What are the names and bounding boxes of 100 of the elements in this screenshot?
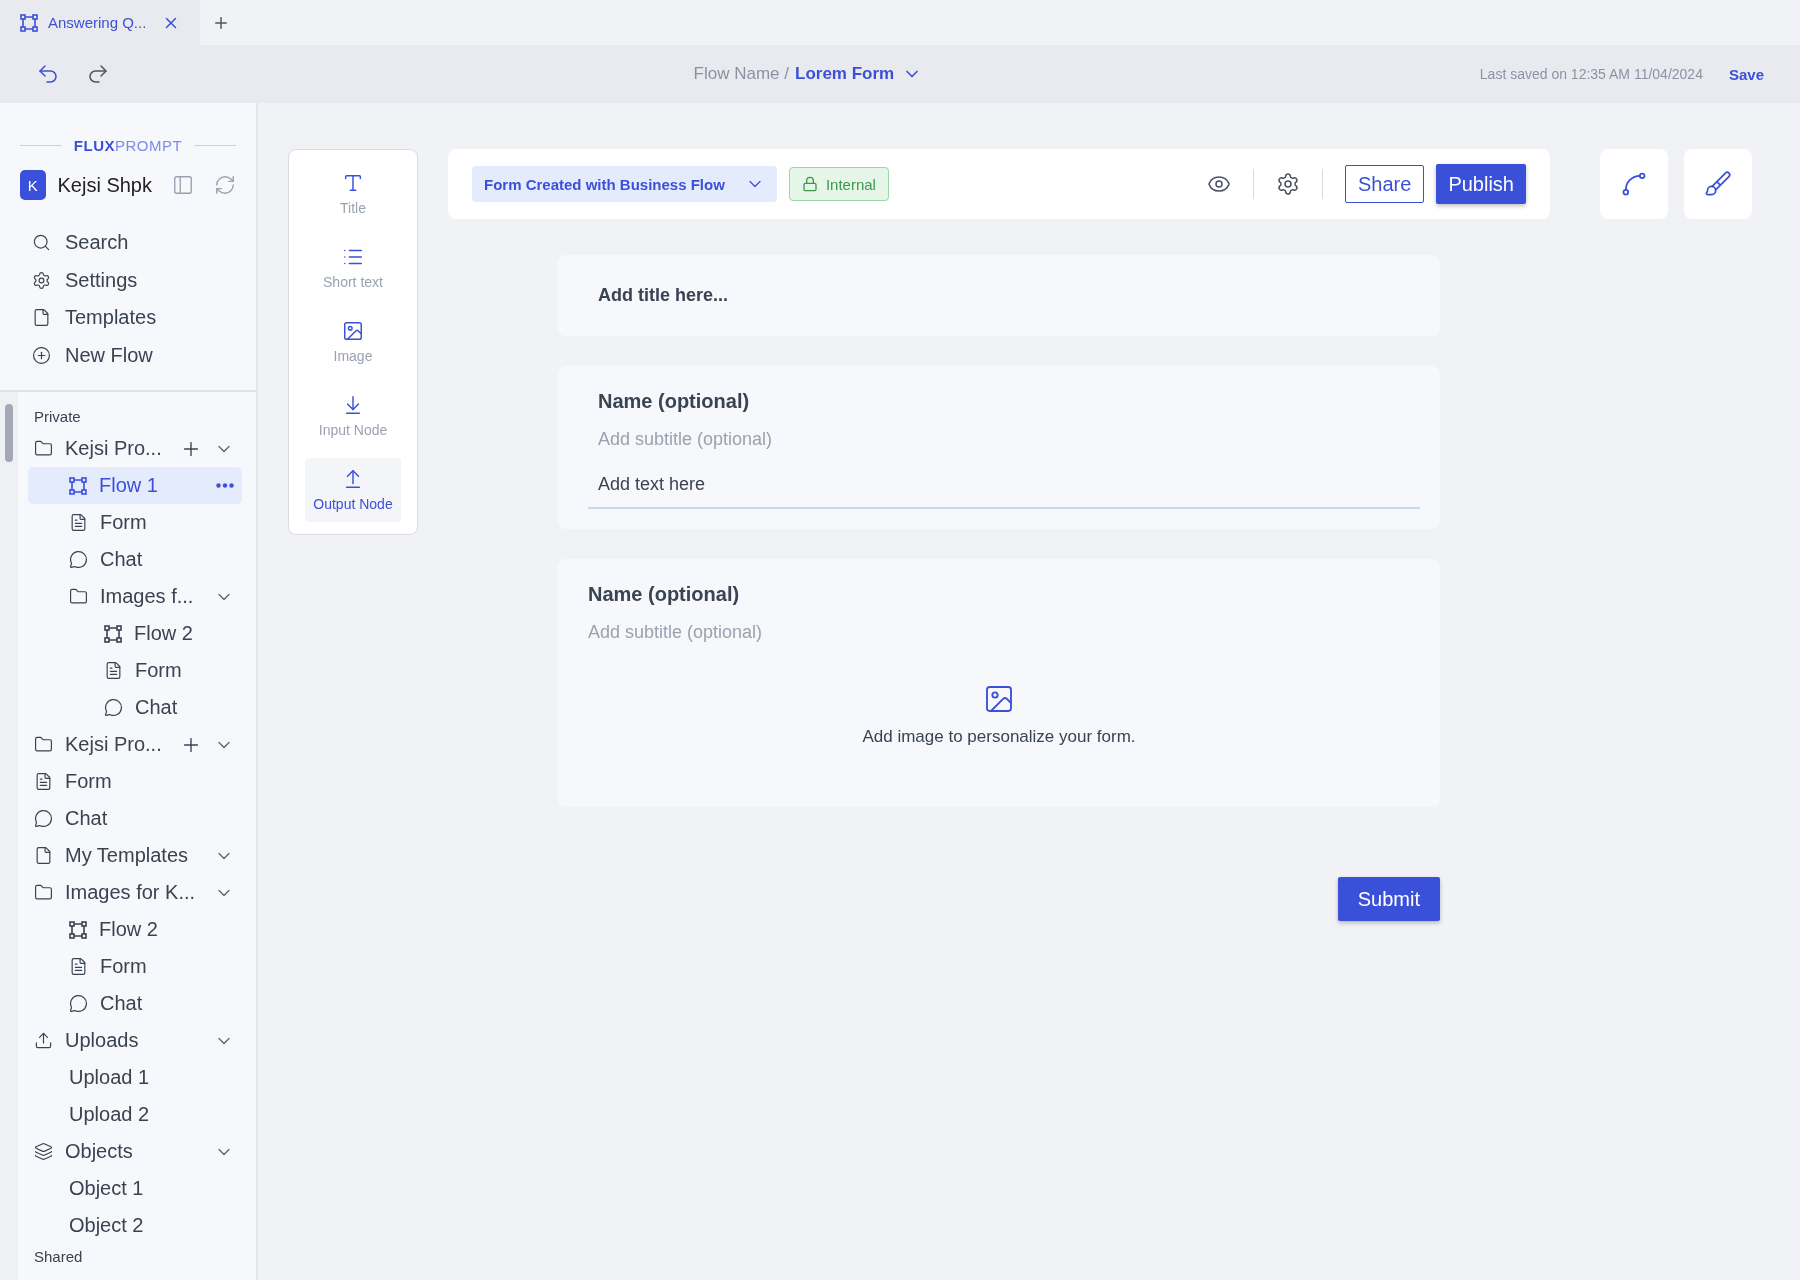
tree-item-label: Form xyxy=(100,511,148,534)
section-label: Private xyxy=(33,407,82,427)
tree-item[interactable]: Chat xyxy=(28,689,242,726)
tree-item-label: Flow 2 xyxy=(134,622,194,645)
tree-item-label: Flow 1 xyxy=(99,474,159,497)
folder-icon xyxy=(69,587,88,606)
tree-item-label: Flow 2 xyxy=(99,918,159,941)
refresh-icon[interactable] xyxy=(214,174,236,196)
document-icon xyxy=(32,308,51,328)
tree-item-label: Object 2 xyxy=(69,1214,145,1237)
sidebar-toggle-icon[interactable] xyxy=(172,174,194,196)
palette-item[interactable]: Output Node xyxy=(305,458,401,522)
tree-item-label: Images f... xyxy=(100,585,195,608)
scrollbar-thumb[interactable] xyxy=(5,404,13,462)
publish-button[interactable]: Publish xyxy=(1436,164,1526,204)
submit-button[interactable]: Submit xyxy=(1337,877,1440,921)
tree-item[interactable]: Upload 2 xyxy=(28,1096,242,1133)
search-icon xyxy=(32,233,51,253)
tree-item[interactable]: Object 2 xyxy=(28,1207,242,1244)
chat-icon xyxy=(104,698,123,717)
field-name: Name (optional) xyxy=(598,390,751,413)
folder-icon xyxy=(34,439,53,458)
tree-item[interactable]: Upload 1 xyxy=(28,1059,242,1096)
workspace-avatar: K xyxy=(20,170,46,200)
image-upload-hint: Add image to personalize your form. xyxy=(862,727,1136,747)
tree-item[interactable]: Kejsi Pro... xyxy=(28,726,242,763)
tree-item-label: Form xyxy=(135,659,183,682)
last-saved-text: Last saved on 12:35 AM 11/04/2024 xyxy=(1479,66,1703,82)
field-name: Name (optional) xyxy=(588,583,741,606)
title-placeholder[interactable]: Add title here... xyxy=(588,279,1410,312)
tree-item-label: Chat xyxy=(100,992,144,1015)
nav-item[interactable]: Templates xyxy=(32,299,256,337)
flow-icon xyxy=(20,13,38,32)
layers-icon xyxy=(34,1142,53,1161)
share-button[interactable]: Share xyxy=(1345,165,1425,203)
tree-item[interactable]: Objects xyxy=(28,1133,242,1170)
tree-item[interactable]: Uploads xyxy=(28,1022,242,1059)
tree-item-label: Form xyxy=(65,770,113,793)
redo-button[interactable] xyxy=(86,62,110,86)
tree-item[interactable]: My Templates xyxy=(28,837,242,874)
tree-item[interactable]: Chat xyxy=(28,800,242,837)
form-name-dropdown[interactable]: Lorem Form xyxy=(795,64,923,84)
selected-tree-item[interactable]: Flow 1 xyxy=(28,467,242,504)
plus-circle-icon xyxy=(32,345,51,365)
workspace-name: Kejsi Shpk xyxy=(57,173,152,197)
tree-item-label: Kejsi Pro... xyxy=(65,733,163,756)
tree-item-label: Kejsi Pro... xyxy=(65,437,163,460)
settings-icon xyxy=(32,270,51,290)
tree-item-label: Chat xyxy=(135,696,179,719)
tree-item-label: Upload 2 xyxy=(69,1103,151,1126)
tab-title: Answering Q... xyxy=(48,14,147,31)
field-card[interactable]: Name (optional) Add subtitle (optional) Add text here xyxy=(558,366,1440,529)
tree-item[interactable]: Form xyxy=(28,763,242,800)
tree-item-label: Chat xyxy=(100,548,144,571)
tree-item[interactable]: Flow 2 xyxy=(28,615,242,652)
brush-icon[interactable] xyxy=(1684,149,1752,219)
tree-item-label: Uploads xyxy=(65,1029,140,1052)
chat-icon xyxy=(69,550,88,569)
chat-icon xyxy=(34,809,53,828)
browser-tab[interactable]: Answering Q... xyxy=(0,0,200,45)
undo-button[interactable] xyxy=(36,62,60,86)
tree-item-label: Images for K... xyxy=(65,881,197,904)
field-subtitle: Add subtitle (optional) xyxy=(588,622,764,643)
folder-icon xyxy=(34,883,53,902)
tree-item[interactable]: Images for K... xyxy=(28,874,242,911)
tree-item-label: Object 1 xyxy=(69,1177,145,1200)
tree-item[interactable]: Flow 2 xyxy=(28,911,242,948)
tree-item[interactable]: Form xyxy=(28,652,242,689)
tree-item[interactable]: Chat xyxy=(28,985,242,1022)
tree-item-label: Upload 1 xyxy=(69,1066,151,1089)
tree-item-label: My Templates xyxy=(65,844,189,867)
nav-item[interactable]: Search xyxy=(32,224,256,262)
tree-item-label: Objects xyxy=(65,1140,134,1163)
visibility-badge: Internal xyxy=(788,167,889,201)
text-icon xyxy=(342,172,364,194)
document-icon xyxy=(104,661,123,680)
more-button[interactable] xyxy=(216,483,234,488)
chat-icon xyxy=(69,994,88,1013)
tree-item[interactable]: Form xyxy=(28,504,242,541)
folder-icon xyxy=(34,735,53,754)
more-icon xyxy=(216,483,234,488)
form-select[interactable]: Form Created with Business Flow xyxy=(472,166,777,202)
image-icon xyxy=(342,320,364,342)
image-icon[interactable] xyxy=(983,683,1015,715)
scrollbar-track[interactable] xyxy=(0,392,18,1280)
tree-item[interactable]: Form xyxy=(28,948,242,985)
flow-icon xyxy=(69,920,87,939)
tree-item[interactable]: Images f... xyxy=(28,578,242,615)
tree-item[interactable]: Kejsi Pro... xyxy=(28,430,242,467)
nav-item[interactable]: Settings xyxy=(32,261,256,299)
tree-item[interactable]: Object 1 xyxy=(28,1170,242,1207)
flow-icon xyxy=(104,624,122,643)
breadcrumb-flow-name: Flow Name / xyxy=(693,64,789,84)
field-subtitle: Add subtitle (optional) xyxy=(598,429,774,450)
section-label: Shared xyxy=(33,1247,84,1267)
tree-item[interactable]: Chat xyxy=(28,541,242,578)
nav-item[interactable]: New Flow xyxy=(32,336,256,374)
tree-item-label: Chat xyxy=(65,807,109,830)
save-button[interactable]: Save xyxy=(1728,65,1764,83)
brand-logo: FLUXPROMPT xyxy=(73,137,183,154)
